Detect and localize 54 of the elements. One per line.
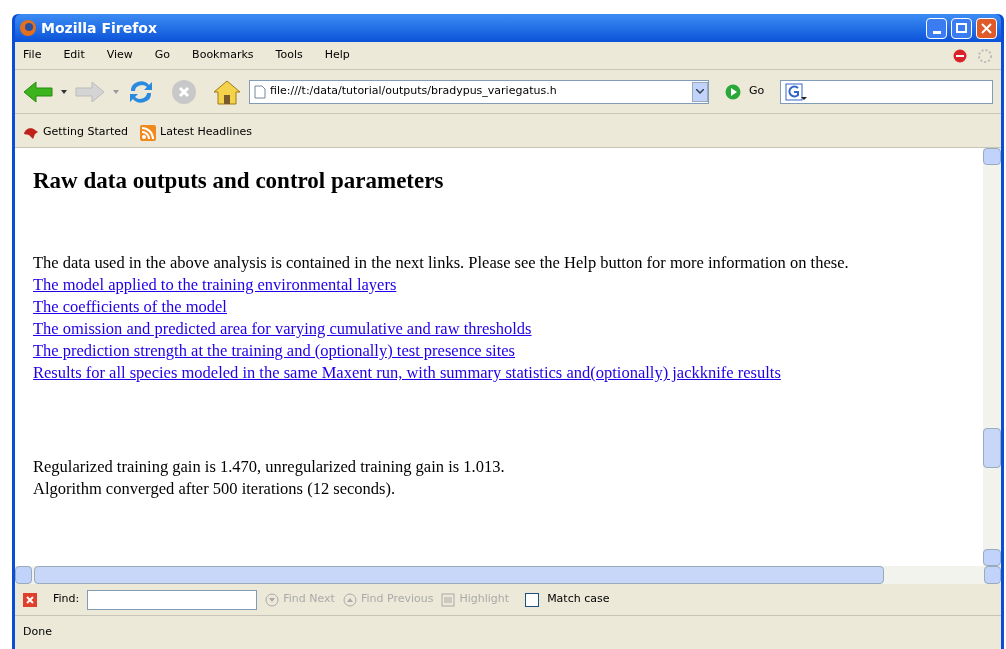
maximize-icon xyxy=(956,23,967,33)
stop-icon[interactable] xyxy=(171,78,197,105)
menu-item[interactable]: Help xyxy=(324,47,350,64)
bookmark-item[interactable]: Latest Headlines xyxy=(140,124,252,141)
menu-item[interactable]: Go xyxy=(154,47,171,64)
bookmark-icon xyxy=(23,125,39,140)
close-icon xyxy=(26,595,34,604)
back-arrow-icon[interactable] xyxy=(23,80,53,103)
close-button[interactable] xyxy=(976,17,997,39)
vertical-scrollbar[interactable] xyxy=(983,148,1001,566)
go-button[interactable]: Go xyxy=(725,83,765,100)
close-icon xyxy=(981,22,992,34)
close-find-button[interactable] xyxy=(23,592,37,607)
bookmark-item[interactable]: Getting Started xyxy=(23,124,129,141)
address-field[interactable]: file:///t:/data/tutorial/outputs/bradypus_variegatus.h xyxy=(249,79,709,104)
dropdown-icon[interactable] xyxy=(61,89,67,94)
menu-item[interactable]: File xyxy=(23,47,42,64)
throbber-icon xyxy=(977,47,993,64)
gain-text: Algorithm converged after 500 iterations (12 seconds). xyxy=(33,478,397,500)
find-field[interactable] xyxy=(87,589,258,610)
match-case-checkbox[interactable] xyxy=(525,592,540,607)
page-link[interactable]: The prediction strength at the training and (optionally) test presence sites xyxy=(33,341,516,360)
page-heading: Raw data outputs and control parameters xyxy=(33,167,445,195)
gain-text: Regularized training gain is 1.470, unregularized training gain is 1.013. xyxy=(33,456,506,478)
caret-icon xyxy=(696,89,704,94)
menu-item[interactable]: Tools xyxy=(275,47,303,64)
find-label: Find: xyxy=(53,591,80,608)
play-icon xyxy=(725,83,741,100)
page-link[interactable]: The coefficients of the model xyxy=(33,297,227,316)
error-icon xyxy=(953,48,967,63)
highlight-icon xyxy=(441,592,456,607)
home-icon[interactable] xyxy=(213,78,241,105)
feed-icon xyxy=(140,124,157,141)
window-title: Mozilla Firefox xyxy=(41,18,158,38)
minimize-icon xyxy=(932,30,941,34)
page-link[interactable]: Results for all species modeled in the same Maxent run, with summary statistics and(optionally) jackknife results xyxy=(33,363,781,382)
menu-item[interactable]: Bookmarks xyxy=(192,47,254,64)
firefox-icon xyxy=(19,19,37,37)
menu-item[interactable]: View xyxy=(106,47,133,64)
menu-item[interactable]: Edit xyxy=(63,47,85,64)
page-link[interactable]: The omission and predicted area for varying cumulative and raw thresholds xyxy=(33,319,532,338)
search-field[interactable] xyxy=(780,79,993,104)
page-link[interactable]: The model applied to the training environmental layers xyxy=(33,275,397,294)
intro-paragraph: The data used in the above analysis is contained in the next links. Please see the Help button for more information on these. xyxy=(33,252,850,274)
match-case-label: Match case xyxy=(547,591,610,608)
horizontal-scrollbar[interactable] xyxy=(15,566,1001,584)
address-dropdown[interactable] xyxy=(692,81,708,102)
reload-icon[interactable] xyxy=(127,78,155,105)
address-text: file:///t:/data/tutorial/outputs/bradypus_variegatus.h xyxy=(270,83,558,100)
minimize-button[interactable] xyxy=(926,17,947,39)
maximize-button[interactable] xyxy=(951,17,972,39)
page-icon xyxy=(254,84,266,99)
status-text: Done xyxy=(23,624,52,641)
search-engine-icon xyxy=(785,82,808,101)
